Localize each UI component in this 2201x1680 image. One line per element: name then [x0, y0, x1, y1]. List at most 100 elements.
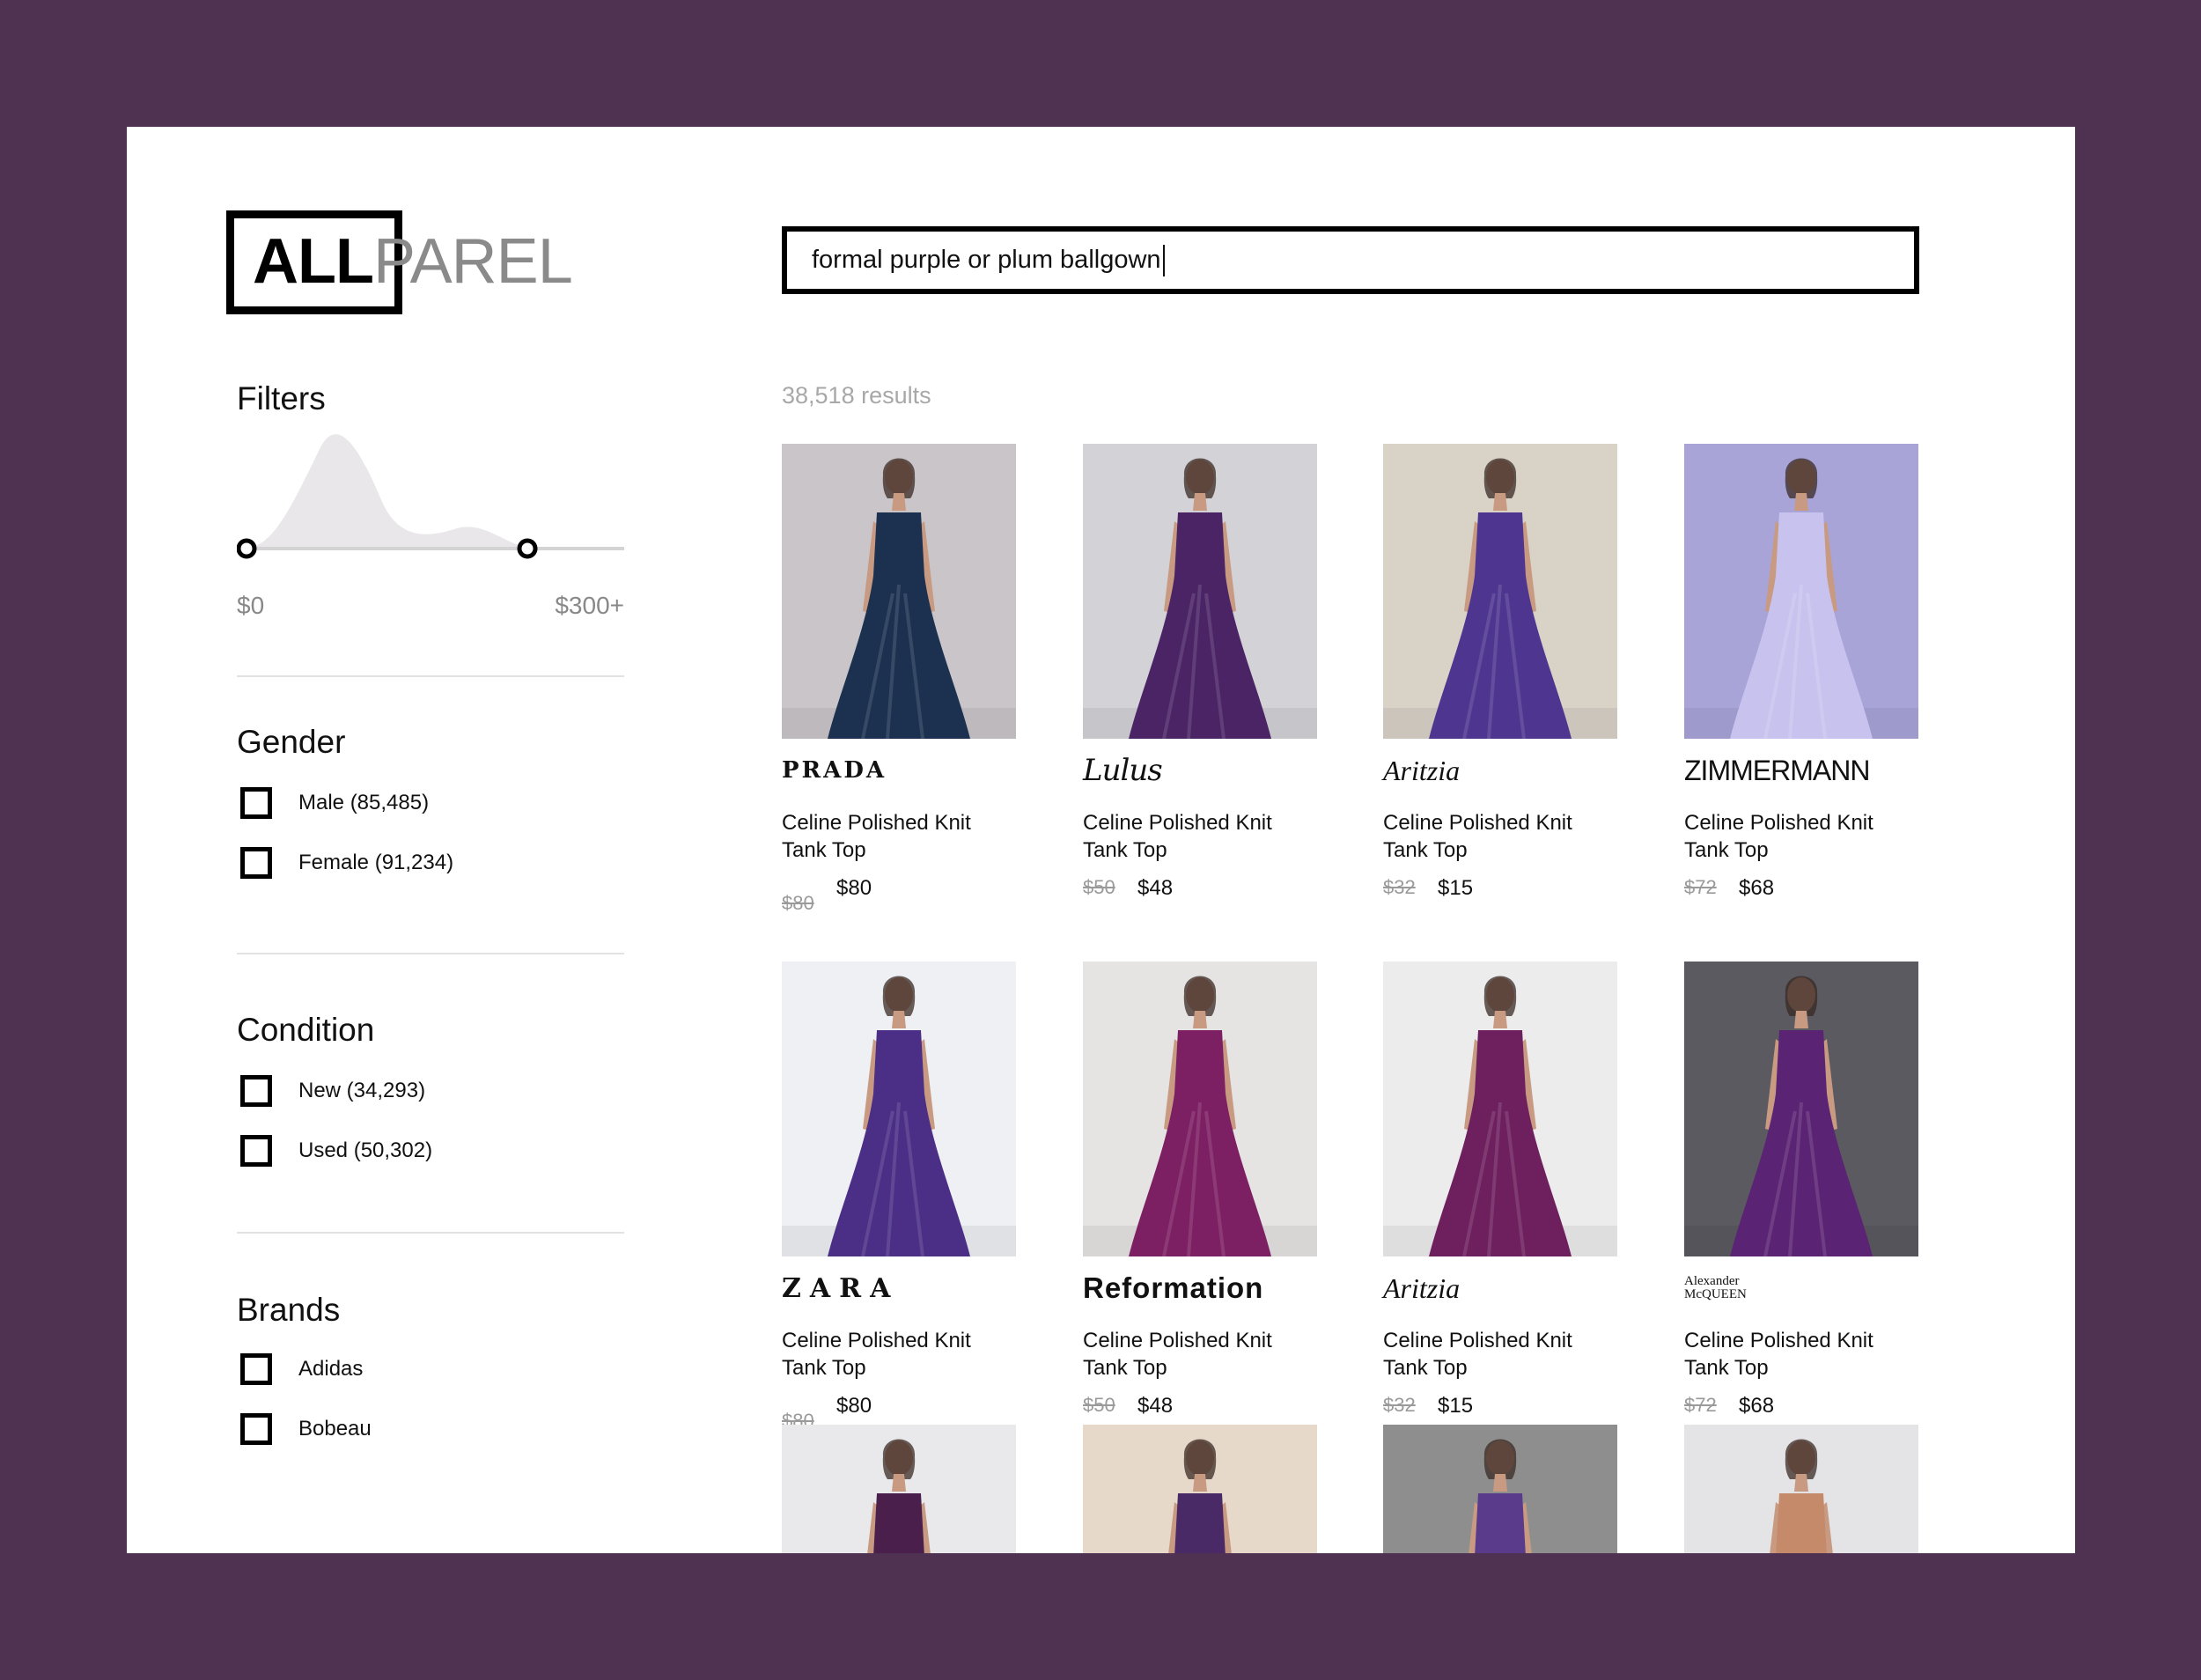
option-label: Female (91,234) [298, 851, 454, 874]
sale-price: $15 [1438, 876, 1474, 900]
product-name[interactable]: Celine Polished Knit Tank Top [1083, 809, 1317, 864]
model-photo [1383, 1425, 1617, 1553]
product-card[interactable] [782, 1425, 1016, 1553]
sale-price: $48 [1137, 1394, 1174, 1418]
product-card[interactable]: Alexander McQUEEN Celine Polished Knit T… [1684, 962, 1918, 1438]
product-card[interactable]: ZIMMERMANN Celine Polished Knit Tank Top… [1684, 444, 1918, 920]
brand-logo: ZIMMERMANN [1684, 746, 1918, 795]
brand-option-adidas[interactable]: Adidas [240, 1353, 363, 1385]
brand-logo: PRADA [782, 746, 1016, 795]
product-name[interactable]: Celine Polished Knit Tank Top [1083, 1327, 1317, 1382]
product-image[interactable] [1083, 1425, 1317, 1553]
product-name[interactable]: Celine Polished Knit Tank Top [1383, 1327, 1617, 1382]
gender-title: Gender [237, 724, 346, 760]
checkbox[interactable] [240, 1353, 272, 1385]
product-image[interactable] [782, 962, 1016, 1256]
product-image[interactable] [1083, 962, 1317, 1256]
product-image[interactable] [1383, 962, 1617, 1256]
original-price: $72 [1684, 1394, 1717, 1416]
allparel-logo[interactable]: ALLPAREL [226, 210, 573, 314]
product-name[interactable]: Celine Polished Knit Tank Top [1383, 809, 1617, 864]
product-image[interactable] [782, 444, 1016, 739]
sale-price: $68 [1739, 1394, 1775, 1418]
gender-option-female[interactable]: Female (91,234) [240, 847, 453, 879]
sale-price: $48 [1137, 876, 1174, 900]
model-photo [1383, 962, 1617, 1256]
product-name[interactable]: Celine Polished Knit Tank Top [1684, 809, 1918, 864]
brands-title: Brands [237, 1292, 341, 1328]
brand-name: PRADA [782, 757, 887, 784]
brand-logo: Aritzia [1383, 1264, 1617, 1313]
product-image[interactable] [1684, 444, 1918, 739]
product-card[interactable]: Lulus Celine Polished Knit Tank Top $50 … [1083, 444, 1317, 920]
logo-bold-text: ALL [253, 226, 374, 297]
original-price: $72 [1684, 876, 1717, 898]
brand-name: Aritzia [1383, 1271, 1461, 1304]
option-label: Male (85,485) [298, 791, 430, 814]
price-min-label: $0 [237, 592, 265, 619]
product-image[interactable] [1684, 962, 1918, 1256]
price-row: $32 $15 [1383, 876, 1617, 920]
option-label: Used (50,302) [298, 1138, 433, 1162]
product-image[interactable] [1083, 444, 1317, 739]
brand-name: Lulus [1083, 753, 1163, 788]
price-distribution-area [246, 434, 527, 548]
model-photo [1684, 962, 1918, 1256]
model-photo [782, 962, 1016, 1256]
product-image[interactable] [1383, 1425, 1617, 1553]
product-card[interactable]: Aritzia Celine Polished Knit Tank Top $3… [1383, 444, 1617, 920]
checkbox[interactable] [240, 1075, 272, 1107]
price-row: $72 $68 [1684, 876, 1918, 920]
condition-option-new[interactable]: New (34,293) [240, 1075, 425, 1107]
checkbox[interactable] [240, 1135, 272, 1167]
model-photo [1083, 444, 1317, 739]
product-card[interactable]: PRADA Celine Polished Knit Tank Top $80 … [782, 444, 1016, 920]
product-image[interactable] [782, 1425, 1016, 1553]
product-image[interactable] [1383, 444, 1617, 739]
model-photo [782, 1425, 1016, 1553]
product-card[interactable]: Reformation Celine Polished Knit Tank To… [1083, 962, 1317, 1438]
product-card[interactable] [1383, 1425, 1617, 1553]
product-name[interactable]: Celine Polished Knit Tank Top [1684, 1327, 1918, 1382]
sale-price: $80 [836, 1394, 872, 1418]
product-name[interactable]: Celine Polished Knit Tank Top [782, 1327, 1016, 1382]
model-photo [1684, 444, 1918, 739]
product-card[interactable] [1684, 1425, 1918, 1553]
divider [237, 953, 624, 954]
checkbox[interactable] [240, 787, 272, 819]
model-photo [782, 444, 1016, 739]
checkbox[interactable] [240, 847, 272, 879]
checkbox[interactable] [240, 1413, 272, 1445]
gender-option-male[interactable]: Male (85,485) [240, 787, 429, 819]
price-row: $80 $80 [782, 876, 1016, 920]
sale-price: $68 [1739, 876, 1775, 900]
product-image[interactable] [1684, 1425, 1918, 1553]
model-photo [1383, 444, 1617, 739]
brand-name: ZIMMERMANN [1684, 754, 1870, 786]
product-card[interactable]: Aritzia Celine Polished Knit Tank Top $3… [1383, 962, 1617, 1438]
filters-title: Filters [237, 380, 326, 416]
product-card[interactable] [1083, 1425, 1317, 1553]
model-photo [1083, 1425, 1317, 1553]
condition-option-used[interactable]: Used (50,302) [240, 1135, 432, 1167]
brand-name: Reformation [1083, 1271, 1264, 1304]
divider [237, 675, 624, 677]
price-distribution-chart [237, 434, 624, 559]
model-photo [1083, 962, 1317, 1256]
product-card[interactable]: ZARA Celine Polished Knit Tank Top $80 $… [782, 962, 1016, 1438]
option-label: Adidas [298, 1357, 364, 1381]
condition-title: Condition [237, 1012, 375, 1048]
sale-price: $80 [836, 876, 872, 900]
price-min-handle [237, 538, 257, 559]
search-query: formal purple or plum ballgown [812, 246, 1161, 274]
brand-logo: Reformation [1083, 1264, 1317, 1313]
original-price: $50 [1083, 1394, 1115, 1416]
search-input[interactable]: formal purple or plum ballgown [782, 226, 1919, 294]
product-name[interactable]: Celine Polished Knit Tank Top [782, 809, 1016, 864]
condition-filter: Condition New (34,293) Used (50,302) [237, 1012, 624, 1167]
brand-option-bobeau[interactable]: Bobeau [240, 1413, 372, 1445]
text-caret [1162, 244, 1165, 276]
brand-logo: Lulus [1083, 746, 1317, 795]
gender-filter: Gender Male (85,485) Female (91,234) [237, 724, 624, 879]
price-row: $50 $48 [1083, 876, 1317, 920]
